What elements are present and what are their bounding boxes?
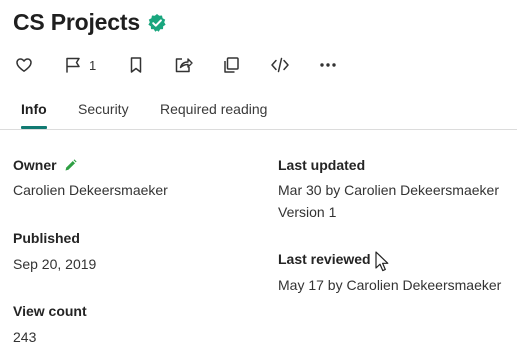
action-toolbar: 1 [10, 50, 350, 80]
share-icon [175, 58, 193, 73]
comment-flag-icon [66, 57, 80, 73]
last-updated-value: Mar 30 by Carolien Dekeersmaeker [278, 182, 499, 198]
owner-label: Owner [13, 157, 57, 173]
published-label: Published [13, 230, 80, 246]
code-icon [271, 57, 289, 73]
tab-security[interactable]: Security [78, 92, 129, 128]
more-icon [320, 63, 336, 67]
copy-button[interactable] [222, 50, 240, 80]
last-reviewed-label: Last reviewed [278, 251, 371, 267]
heart-icon [16, 58, 32, 72]
bookmark-button[interactable] [127, 50, 145, 80]
more-options-button[interactable] [319, 50, 337, 80]
page-title: CS Projects [13, 9, 140, 35]
embed-code-button[interactable] [270, 50, 290, 80]
copy-icon [224, 57, 239, 73]
view-count-value: 243 [13, 329, 37, 345]
page-header: CS Projects [13, 9, 167, 36]
tab-info[interactable]: Info [21, 92, 47, 129]
owner-label-row: Owner [13, 157, 77, 173]
share-button[interactable] [174, 50, 194, 80]
comment-button[interactable]: 1 [64, 50, 96, 80]
tab-bar: Info Security Required reading [0, 92, 517, 130]
published-value: Sep 20, 2019 [13, 256, 97, 272]
verified-badge-icon [147, 13, 167, 33]
like-button[interactable] [15, 50, 33, 80]
comment-count: 1 [89, 57, 97, 73]
mouse-cursor-icon [375, 251, 389, 272]
last-reviewed-value: May 17 by Carolien Dekeersmaeker [278, 277, 502, 293]
owner-value: Carolien Dekeersmaeker [13, 182, 168, 198]
last-updated-label: Last updated [278, 157, 366, 173]
tab-required-reading[interactable]: Required reading [160, 92, 267, 128]
version-value: Version 1 [278, 204, 337, 220]
edit-owner-icon[interactable] [64, 158, 77, 172]
view-count-label: View count [13, 303, 87, 319]
bookmark-icon [130, 57, 142, 73]
